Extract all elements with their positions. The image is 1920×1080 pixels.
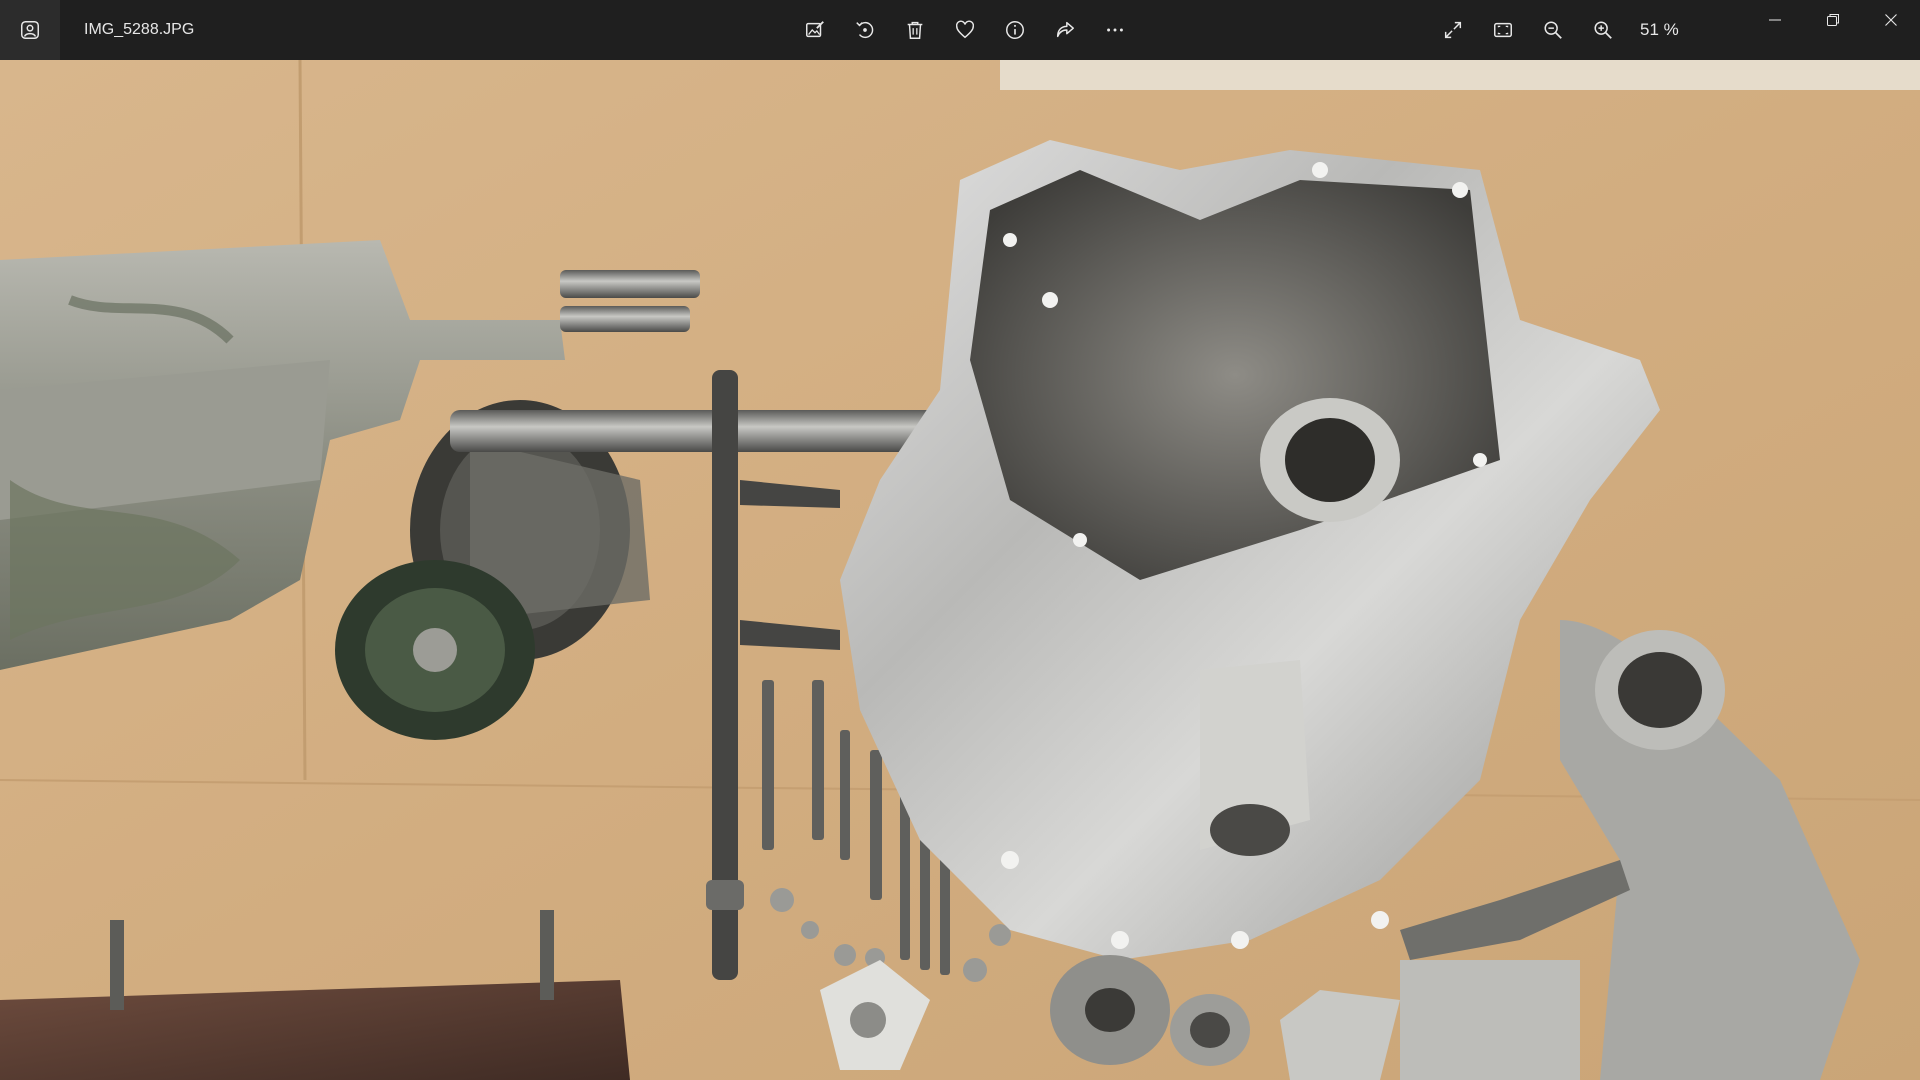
window-controls [1746,0,1920,40]
fit-to-window-button[interactable] [1478,5,1528,55]
zoom-level[interactable]: 51 % [1640,20,1694,40]
toolbar-center [790,0,1140,60]
share-icon [1056,21,1074,38]
rotate-button[interactable] [840,5,890,55]
info-icon [1006,21,1024,39]
info-button[interactable] [990,5,1040,55]
zoom-out-icon [1544,21,1562,39]
restore-button[interactable] [1804,0,1862,40]
zoom-out-button[interactable] [1528,5,1578,55]
more-icon [1107,28,1123,32]
share-button[interactable] [1040,5,1090,55]
toolbar-right: 51 % [1428,0,1694,60]
close-button[interactable] [1862,0,1920,40]
favorite-button[interactable] [940,5,990,55]
delete-icon [907,21,923,39]
favorite-icon [955,20,975,39]
edit-image-icon [806,21,824,38]
delete-button[interactable] [890,5,940,55]
app-icon[interactable] [0,0,60,60]
zoom-in-button[interactable] [1578,5,1628,55]
minimize-button[interactable] [1746,0,1804,40]
minimize-icon [1769,19,1781,21]
photo-transmission-parts [0,60,1920,1080]
close-icon [1885,14,1897,26]
image-viewport[interactable] [0,60,1920,1080]
fit-to-window-icon [1494,22,1512,38]
edit-image-button[interactable] [790,5,840,55]
rotate-icon [856,21,874,39]
fullscreen-icon [1444,21,1462,39]
zoom-in-icon [1594,21,1612,39]
fullscreen-button[interactable] [1428,5,1478,55]
photo-viewer-app: IMG_5288.JPG 51 % [0,0,1920,1080]
file-name: IMG_5288.JPG [84,21,195,38]
more-options-button[interactable] [1090,5,1140,55]
photos-app-icon [21,21,39,39]
restore-icon [1827,14,1839,26]
title-bar: IMG_5288.JPG 51 % [0,0,1920,60]
